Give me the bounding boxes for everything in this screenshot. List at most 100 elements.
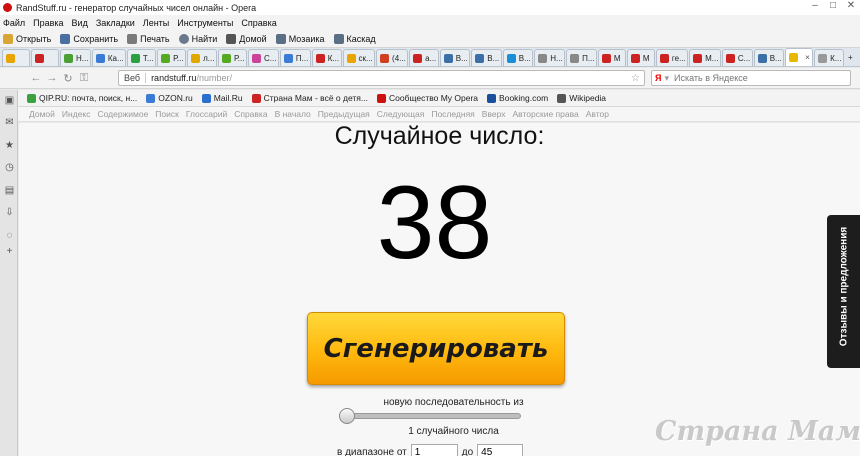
back-icon[interactable]: ← xyxy=(28,72,44,84)
bookmark-4[interactable]: Сообщество My Opera xyxy=(376,93,478,103)
star-icon[interactable]: ★ xyxy=(4,140,15,151)
tab-20[interactable]: М xyxy=(626,49,655,66)
tab-favicon-icon xyxy=(95,53,105,63)
tab-7[interactable]: Р... xyxy=(217,49,247,66)
tab-favicon-icon xyxy=(221,53,231,63)
tab-4[interactable]: Т... xyxy=(126,49,157,66)
tab-11[interactable]: ск... xyxy=(342,49,376,66)
tab-8[interactable]: С... xyxy=(248,49,279,66)
tab-0[interactable] xyxy=(2,49,30,66)
home-button[interactable]: Домой xyxy=(226,34,267,44)
count-slider-track[interactable] xyxy=(340,413,521,419)
tab-favicon-icon xyxy=(757,53,767,63)
nav-link-4[interactable]: Глоссарий xyxy=(186,109,227,119)
new-tab-button[interactable]: + xyxy=(845,49,859,66)
open-button[interactable]: Открыть xyxy=(3,34,51,44)
tab-25[interactable]: × xyxy=(785,48,814,66)
menu-bookmarks[interactable]: Закладки xyxy=(96,18,135,28)
speed-dial-icon[interactable]: ▣ xyxy=(4,95,15,106)
bookmark-5[interactable]: Booking.com xyxy=(487,93,548,103)
home-label: Домой xyxy=(239,34,267,44)
tab-close-icon[interactable]: × xyxy=(805,53,810,62)
nav-link-10[interactable]: Вверх xyxy=(482,109,506,119)
nav-link-9[interactable]: Последняя xyxy=(431,109,474,119)
tab-10[interactable]: К... xyxy=(311,49,342,66)
bookmark-star-icon[interactable]: ☆ xyxy=(631,73,640,84)
tab-3[interactable]: Ка... xyxy=(91,49,126,66)
minimize-icon[interactable]: – xyxy=(806,0,824,12)
tab-label: а... xyxy=(425,53,437,63)
add-panel-icon[interactable]: + xyxy=(4,246,15,257)
tab-label: П... xyxy=(295,53,309,63)
bookmark-3[interactable]: Страна Мам - всё о детя... xyxy=(251,93,368,103)
folder-icon xyxy=(3,34,13,44)
tab-16[interactable]: В... xyxy=(502,49,534,66)
find-label: Найти xyxy=(191,34,218,44)
history-icon[interactable]: ◷ xyxy=(4,162,15,173)
bookmark-1[interactable]: OZON.ru xyxy=(146,93,193,103)
nav-link-0[interactable]: Домой xyxy=(29,109,55,119)
tab-6[interactable]: л... xyxy=(187,49,217,66)
nav-link-6[interactable]: В начало xyxy=(275,109,311,119)
cascade-button[interactable]: Каскад xyxy=(333,34,376,44)
tab-18[interactable]: П... xyxy=(566,49,597,66)
search-input[interactable]: Я ▾ Искать в Яндексе xyxy=(651,70,851,86)
tab-24[interactable]: В... xyxy=(753,49,785,66)
panel-icon[interactable]: ◌ xyxy=(4,230,15,241)
mail-icon[interactable]: ✉ xyxy=(4,117,15,128)
generate-button[interactable]: Сгенерировать xyxy=(307,312,565,385)
tile-button[interactable]: Мозаика xyxy=(275,34,325,44)
tab-12[interactable]: (4... xyxy=(376,49,409,66)
find-button[interactable]: Найти xyxy=(178,34,218,44)
maximize-icon[interactable]: □ xyxy=(824,0,842,12)
bookmark-favicon-icon xyxy=(201,93,211,103)
search-dropdown-icon[interactable]: ▾ xyxy=(664,73,669,84)
menu-edit[interactable]: Правка xyxy=(33,18,63,28)
downloads-icon[interactable]: ⇩ xyxy=(4,207,15,218)
count-slider-handle[interactable] xyxy=(339,408,355,424)
bookmark-0[interactable]: QIP.RU: почта, поиск, н... xyxy=(27,93,137,103)
tab-label: л... xyxy=(203,53,215,63)
forward-icon[interactable]: → xyxy=(44,72,60,84)
tab-13[interactable]: а... xyxy=(409,49,439,66)
bookmark-2[interactable]: Mail.Ru xyxy=(201,93,243,103)
menu-tools[interactable]: Инструменты xyxy=(177,18,233,28)
tab-2[interactable]: Н... xyxy=(60,49,91,66)
nav-link-1[interactable]: Индекс xyxy=(62,109,91,119)
nav-link-12[interactable]: Автор xyxy=(586,109,609,119)
save-button[interactable]: Сохранить xyxy=(60,34,118,44)
tab-9[interactable]: П... xyxy=(279,49,311,66)
feedback-tab[interactable]: Отзывы и предложения xyxy=(827,215,860,368)
range-from-input[interactable] xyxy=(410,444,458,456)
nav-link-11[interactable]: Авторские права xyxy=(512,109,578,119)
nav-link-3[interactable]: Поиск xyxy=(155,109,179,119)
bookmark-6[interactable]: Wikipedia xyxy=(557,93,606,103)
range-to-input[interactable] xyxy=(477,444,524,456)
nav-link-7[interactable]: Предыдущая xyxy=(318,109,370,119)
tab-14[interactable]: В... xyxy=(439,49,471,66)
tab-1[interactable] xyxy=(31,49,59,66)
tab-17[interactable]: Н... xyxy=(534,49,566,66)
print-button[interactable]: Печать xyxy=(127,34,170,44)
tab-21[interactable]: ге... xyxy=(655,49,689,66)
reload-icon[interactable]: ↻ xyxy=(60,72,76,85)
close-icon[interactable]: ✕ xyxy=(842,0,860,12)
tab-23[interactable]: С... xyxy=(721,49,753,66)
menu-view[interactable]: Вид xyxy=(72,18,88,28)
printer-icon xyxy=(127,34,138,44)
tab-22[interactable]: М... xyxy=(689,49,721,66)
menu-file[interactable]: Файл xyxy=(3,18,25,28)
tab-5[interactable]: Р... xyxy=(157,49,187,66)
nav-link-8[interactable]: Следующая xyxy=(377,109,425,119)
notes-icon[interactable]: ▤ xyxy=(4,185,15,196)
nav-link-2[interactable]: Содержимое xyxy=(97,109,148,119)
tab-26[interactable]: К... xyxy=(814,49,844,66)
address-field[interactable]: Веб randstuff.ru /number/ ☆ xyxy=(118,70,645,86)
nav-link-5[interactable]: Справка xyxy=(234,109,267,119)
tab-label: ге... xyxy=(671,53,686,63)
tab-15[interactable]: В... xyxy=(471,49,502,66)
key-icon[interactable]: ⚿ xyxy=(76,72,92,85)
menu-help[interactable]: Справка xyxy=(241,18,276,28)
tab-19[interactable]: М xyxy=(597,49,626,66)
menu-feeds[interactable]: Ленты xyxy=(143,18,169,28)
